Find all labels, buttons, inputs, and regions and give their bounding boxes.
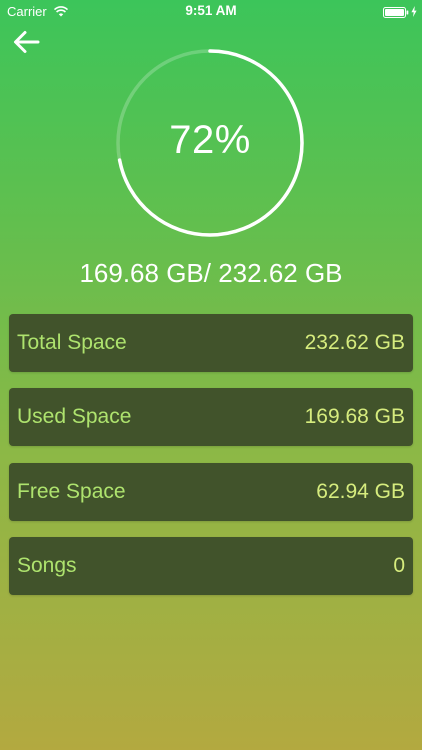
stat-row-total-space: Total Space 232.62 GB xyxy=(9,314,413,372)
stat-value: 232.62 GB xyxy=(304,331,405,354)
storage-usage-gauge: 72% xyxy=(113,46,307,240)
stat-label: Used Space xyxy=(17,405,132,428)
back-button[interactable] xyxy=(10,28,42,56)
stat-label: Total Space xyxy=(17,331,127,354)
stat-label: Songs xyxy=(17,554,77,577)
battery-icon xyxy=(383,6,409,18)
usage-summary: 169.68 GB/ 232.62 GB xyxy=(79,258,343,288)
stat-value: 0 xyxy=(393,554,405,577)
stat-value: 169.68 GB xyxy=(304,405,405,428)
stat-label: Free Space xyxy=(17,480,126,503)
stat-value: 62.94 GB xyxy=(316,480,405,503)
clock-time: 9:51 AM xyxy=(185,3,237,18)
usage-percent: 72% xyxy=(169,118,251,162)
arrow-left-icon xyxy=(10,31,42,60)
stat-row-songs: Songs 0 xyxy=(9,537,413,595)
stat-row-free-space: Free Space 62.94 GB xyxy=(9,463,413,521)
status-bar: Carrier 9:51 AM xyxy=(0,0,422,22)
charging-bolt-icon xyxy=(411,5,417,17)
stat-row-used-space: Used Space 169.68 GB xyxy=(9,388,413,446)
